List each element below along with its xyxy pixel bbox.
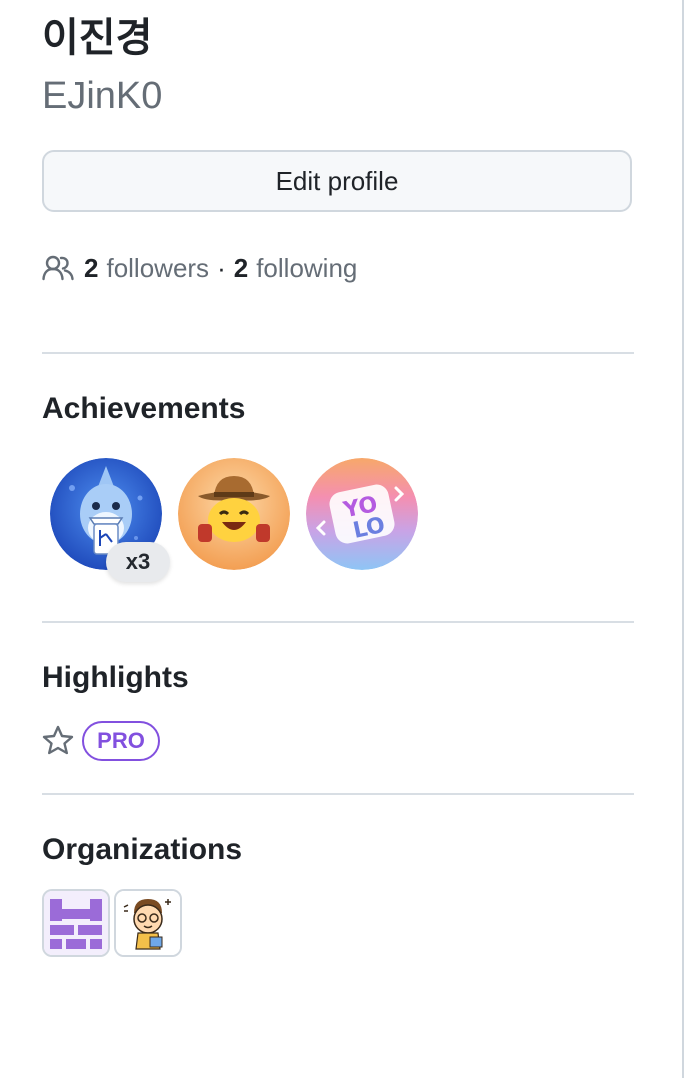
followers-count: 2: [84, 252, 99, 283]
followers-label: followers: [106, 252, 210, 283]
achievement-cowboy-badge[interactable]: [178, 458, 290, 570]
section-divider: [42, 621, 634, 623]
section-divider: [42, 352, 634, 354]
organizations-title: Organizations: [42, 833, 243, 866]
star-icon: [42, 725, 74, 755]
purple-pixel-org-icon: [44, 891, 108, 955]
following-count: 2: [233, 252, 249, 283]
edit-profile-button[interactable]: Edit profile: [42, 150, 632, 212]
achievements-title: Achievements: [42, 392, 246, 425]
yolo-badge-icon: YO LO: [306, 458, 418, 570]
organization-purple-pixel[interactable]: [42, 889, 110, 957]
people-icon: [42, 255, 74, 281]
follow-separator: ·: [217, 252, 226, 283]
shark-badge-count: x3: [106, 542, 170, 582]
sidebar-right-border: [682, 0, 684, 1078]
follow-stats: 2 followers · 2 following: [42, 248, 357, 288]
highlights-title: Highlights: [42, 661, 189, 694]
following-label: following: [256, 252, 358, 283]
section-divider: [42, 793, 634, 795]
pro-badge: PRO: [82, 721, 160, 761]
achievement-yolo-badge[interactable]: YO LO: [306, 458, 418, 570]
followers-link[interactable]: 2 followers: [84, 253, 209, 284]
following-link[interactable]: 2 following: [234, 253, 358, 284]
profile-username: EJinK0: [42, 75, 163, 117]
cartoon-character-org-icon: [116, 891, 180, 955]
cowboy-badge-icon: [178, 458, 290, 570]
organization-cartoon[interactable]: [114, 889, 182, 957]
profile-display-name: 이진경: [42, 15, 153, 61]
